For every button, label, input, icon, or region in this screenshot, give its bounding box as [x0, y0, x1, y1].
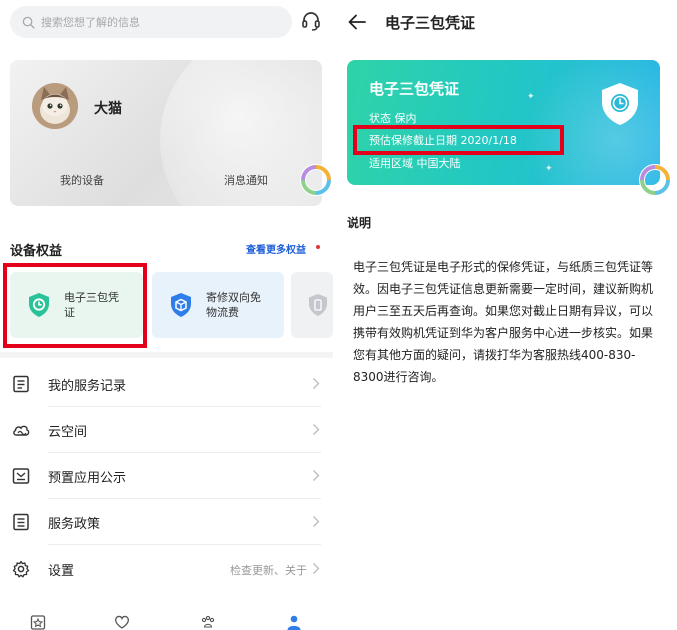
profile-card[interactable]: 大猫 我的设备 消息通知	[10, 60, 322, 206]
policy-icon	[13, 513, 29, 531]
page-title: 电子三包凭证	[385, 14, 476, 32]
notifications-link[interactable]: 消息通知	[224, 172, 268, 188]
heart-tab-icon[interactable]	[114, 614, 130, 630]
shield-clock-icon	[602, 83, 638, 125]
benefits-title: 设备权益	[10, 244, 63, 259]
paw-tab-icon[interactable]	[200, 614, 216, 630]
menu-divider	[48, 544, 321, 545]
settings-icon	[12, 560, 30, 578]
warranty-card: 电子三包凭证 状态 保内 预估保修截止日期 2020/1/18 适用区域 中国大…	[347, 60, 660, 185]
floating-ring-icon[interactable]	[298, 162, 333, 198]
highlight-box	[353, 125, 564, 155]
sparkle-icon: ✦	[545, 164, 553, 174]
avatar[interactable]	[32, 83, 78, 129]
menu-preinstalled-apps[interactable]: 预置应用公示	[0, 453, 333, 499]
menu-label: 我的服务记录	[48, 379, 127, 394]
home-tab-icon[interactable]	[30, 614, 46, 630]
shield-box-icon	[171, 293, 191, 317]
back-arrow-icon[interactable]	[347, 12, 367, 32]
my-devices-link[interactable]: 我的设备	[60, 172, 104, 188]
chevron-right-icon	[313, 563, 320, 574]
menu-service-records[interactable]: 我的服务记录	[0, 361, 333, 407]
note-title: 说明	[347, 216, 372, 230]
search-icon	[22, 16, 35, 29]
menu-cloud-space[interactable]: 云空间	[0, 407, 333, 453]
headset-icon[interactable]	[300, 10, 322, 32]
chevron-right-icon	[313, 424, 320, 435]
me-tab-icon[interactable]	[286, 614, 302, 630]
see-more-benefits-link[interactable]: 查看更多权益	[246, 241, 306, 256]
menu-settings[interactable]: 设置 检查更新、关于	[0, 546, 333, 592]
sparkle-icon: ✦	[527, 92, 535, 102]
chevron-right-icon	[313, 516, 320, 527]
benefit-free-shipping-label: 寄修双向免物流费	[206, 291, 261, 319]
note-body: 电子三包凭证是电子形式的保修凭证，与纸质三包凭证等效。因电子三包凭证信息更新需要…	[353, 260, 654, 384]
menu-label: 设置	[48, 564, 75, 579]
service-record-icon	[13, 375, 29, 393]
warranty-region: 适用区域 中国大陆	[369, 157, 461, 170]
floating-ring-icon[interactable]	[637, 162, 673, 198]
page-header: 电子三包凭证	[333, 0, 677, 46]
bottom-tab-bar	[0, 602, 333, 630]
chevron-right-icon	[313, 470, 320, 481]
right-screen: 电子三包凭证 电子三包凭证 状态 保内 预估保修截止日期 2020/1/18 适…	[333, 0, 677, 630]
benefit-partial-card[interactable]	[291, 272, 333, 338]
menu-label: 服务政策	[48, 517, 101, 532]
settings-hint: 检查更新、关于	[230, 564, 307, 577]
menu-service-policy[interactable]: 服务政策	[0, 499, 333, 545]
cloud-icon	[13, 425, 30, 436]
search-bar[interactable]: 搜索您想了解的信息	[10, 6, 292, 38]
notification-dot	[316, 245, 320, 249]
section-divider	[0, 352, 333, 358]
menu-label: 云空间	[48, 425, 88, 440]
left-screen: 搜索您想了解的信息 大猫 我的设备 消息通知 设备权益 查看更多权益 电子三包凭…	[0, 0, 333, 630]
warranty-status: 状态 保内	[369, 112, 417, 125]
card-title: 电子三包凭证	[369, 80, 460, 98]
preinstalled-apps-icon	[12, 468, 30, 484]
username: 大猫	[94, 101, 122, 117]
battery-shield-icon	[309, 294, 327, 316]
benefit-free-shipping[interactable]: 寄修双向免物流费	[152, 272, 284, 338]
menu-label: 预置应用公示	[48, 471, 127, 486]
highlight-box	[3, 263, 147, 348]
cat-avatar-icon	[32, 83, 78, 129]
chevron-right-icon	[313, 378, 320, 389]
search-placeholder: 搜索您想了解的信息	[41, 16, 140, 29]
